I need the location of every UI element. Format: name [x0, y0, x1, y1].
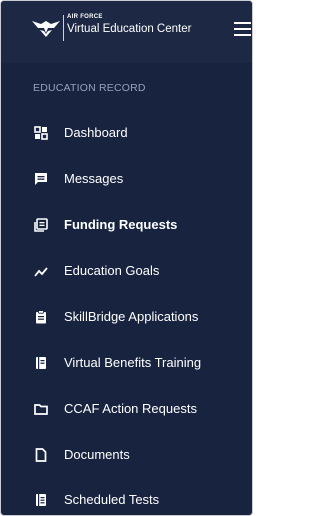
hamburger-menu-icon: [234, 22, 251, 24]
section-header-education-record: EDUCATION RECORD: [33, 82, 146, 94]
sidebar-item-label: Messages: [64, 171, 124, 186]
book-icon: [36, 357, 46, 369]
calendar-list-icon: [36, 494, 46, 506]
brand-org: AIR FORCE: [67, 14, 103, 20]
hamburger-bar: [234, 34, 251, 36]
funding-icon: [34, 218, 48, 232]
sidebar-item-education-goals[interactable]: Education Goals: [1, 256, 252, 286]
document-icon: [35, 448, 47, 462]
app-title[interactable]: Virtual Education Center: [67, 23, 191, 35]
sidebar-item-label: CCAF Action Requests: [64, 401, 197, 416]
folder-icon: [34, 404, 48, 415]
sidebar-item-dashboard[interactable]: Dashboard: [1, 118, 252, 148]
sidebar-panel: AIR FORCE Virtual Education Center EDUCA…: [0, 0, 253, 516]
brand-divider: [63, 15, 64, 41]
sidebar-item-label: Documents: [64, 447, 130, 462]
sidebar-item-documents[interactable]: Documents: [1, 440, 252, 470]
sidebar-item-skillbridge-applications[interactable]: SkillBridge Applications: [1, 302, 252, 332]
sidebar-item-label: Virtual Benefits Training: [64, 355, 202, 370]
sidebar-item-virtual-benefits-training[interactable]: Virtual Benefits Training: [1, 348, 252, 378]
clipboard-icon: [36, 310, 46, 324]
app-header: AIR FORCE Virtual Education Center: [1, 1, 252, 63]
dashboard-icon: [34, 126, 48, 140]
sidebar-item-messages[interactable]: Messages: [1, 164, 252, 194]
hamburger-bar: [234, 28, 251, 30]
sidebar-item-label: Funding Requests: [64, 217, 178, 232]
sidebar-item-scheduled-tests[interactable]: Scheduled Tests: [1, 485, 252, 515]
hamburger-menu-button[interactable]: [234, 22, 251, 36]
sidebar-item-label: Dashboard: [64, 125, 128, 140]
sidebar-item-funding-requests[interactable]: Funding Requests: [1, 210, 252, 240]
trend-line-icon: [34, 267, 48, 277]
message-icon: [35, 173, 47, 185]
air-force-logo-icon[interactable]: [31, 19, 61, 39]
sidebar-item-ccaf-action-requests[interactable]: CCAF Action Requests: [1, 394, 252, 424]
sidebar-item-label: Education Goals: [64, 263, 160, 278]
sidebar-item-label: SkillBridge Applications: [64, 309, 199, 324]
sidebar-item-label: Scheduled Tests: [64, 492, 160, 507]
